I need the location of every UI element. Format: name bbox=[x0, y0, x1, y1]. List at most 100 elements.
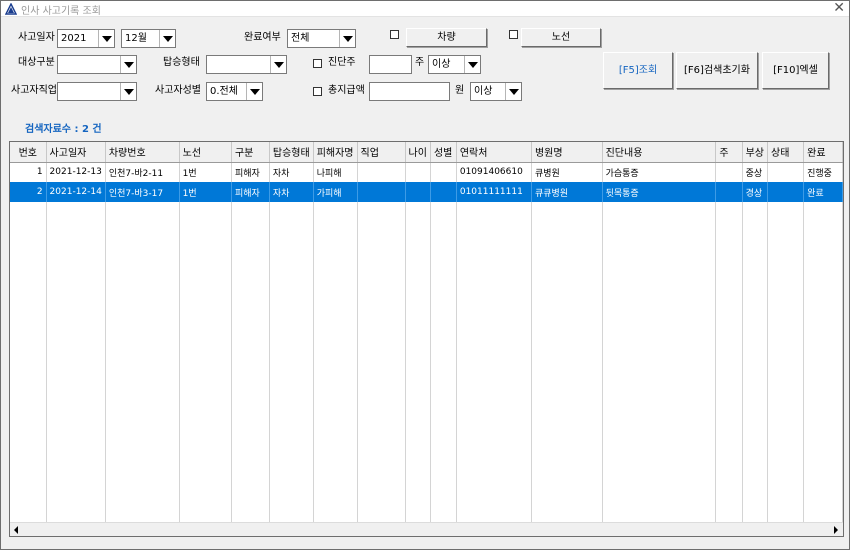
empty-cell bbox=[742, 242, 769, 262]
column-header[interactable]: 완료 bbox=[803, 142, 843, 163]
completion-select[interactable]: 전체 bbox=[287, 29, 356, 48]
diagnosis-checkbox[interactable] bbox=[313, 59, 322, 68]
empty-cell bbox=[531, 422, 603, 442]
route-button[interactable]: 노선 bbox=[521, 28, 601, 47]
column-header[interactable]: 병원명 bbox=[531, 142, 603, 163]
diagnosis-unit-label: 주 bbox=[415, 57, 425, 68]
empty-cell bbox=[46, 282, 106, 302]
empty-row bbox=[10, 222, 843, 242]
empty-cell bbox=[715, 242, 743, 262]
empty-cell bbox=[269, 362, 314, 382]
empty-cell bbox=[231, 402, 270, 422]
empty-row bbox=[10, 362, 843, 382]
column-header[interactable]: 피해자명 bbox=[313, 142, 358, 163]
target-select[interactable] bbox=[57, 55, 137, 74]
empty-cell bbox=[767, 302, 805, 322]
diagnosis-compare-select[interactable]: 이상 bbox=[428, 55, 481, 74]
column-header[interactable]: 부상 bbox=[742, 142, 769, 163]
column-header[interactable]: 진단내용 bbox=[602, 142, 717, 163]
table-cell bbox=[430, 162, 457, 182]
gender-select[interactable]: 0.전체 bbox=[206, 82, 263, 101]
empty-cell bbox=[269, 302, 314, 322]
scroll-left-icon[interactable] bbox=[10, 523, 24, 536]
empty-cell bbox=[803, 322, 843, 342]
total-amount-input[interactable] bbox=[369, 82, 450, 101]
empty-cell bbox=[269, 502, 314, 522]
amount-compare-select[interactable]: 이상 bbox=[470, 82, 522, 101]
empty-cell bbox=[405, 362, 431, 382]
table-row[interactable]: 2 2021-12-14 인천7-바3-17 1번 피해자 자차 가피해 0101111111… bbox=[10, 182, 843, 202]
vehicle-button[interactable]: 차량 bbox=[406, 28, 487, 47]
empty-cell bbox=[179, 382, 232, 402]
horizontal-scrollbar[interactable] bbox=[10, 522, 843, 536]
column-header[interactable]: 직업 bbox=[357, 142, 406, 163]
month-select[interactable]: 12월 bbox=[121, 29, 176, 48]
chevron-down-icon[interactable] bbox=[505, 83, 521, 100]
column-header[interactable]: 주 bbox=[715, 142, 743, 163]
empty-cell bbox=[179, 242, 232, 262]
chevron-down-icon[interactable] bbox=[339, 30, 355, 47]
empty-cell bbox=[313, 502, 358, 522]
empty-cell bbox=[313, 222, 358, 242]
year-select[interactable]: 2021 bbox=[57, 29, 115, 48]
chevron-down-icon[interactable] bbox=[270, 56, 286, 73]
empty-cell bbox=[767, 442, 805, 462]
empty-cell bbox=[313, 462, 358, 482]
total-amount-checkbox[interactable] bbox=[313, 87, 322, 96]
table-cell: 자차 bbox=[269, 162, 314, 182]
empty-cell bbox=[10, 242, 47, 262]
table-row[interactable]: 1 2021-12-13 인천7-바2-11 1번 피해자 자차 나피해 0109140661… bbox=[10, 162, 843, 182]
empty-cell bbox=[105, 482, 180, 502]
table-cell: 완료 bbox=[803, 182, 843, 202]
empty-cell bbox=[269, 342, 314, 362]
excel-export-button[interactable]: [F10]엑셀 bbox=[762, 52, 829, 89]
column-header[interactable]: 노선 bbox=[179, 142, 232, 163]
table-cell: 2021-12-14 bbox=[46, 182, 106, 202]
total-amount-label: 총지급액 bbox=[328, 85, 365, 96]
close-icon[interactable]: ✕ bbox=[833, 0, 845, 16]
vehicle-checkbox[interactable] bbox=[390, 30, 399, 39]
empty-cell bbox=[105, 442, 180, 462]
reset-search-button[interactable]: [F6]검색초기화 bbox=[676, 52, 758, 89]
empty-cell bbox=[179, 302, 232, 322]
route-checkbox[interactable] bbox=[509, 30, 518, 39]
empty-cell bbox=[715, 222, 743, 242]
empty-cell bbox=[430, 262, 457, 282]
empty-cell bbox=[105, 202, 180, 222]
accident-records-grid[interactable]: 번호 사고일자 차량번호 노선 구분 탑승형태 피해자명 직업 나이 성별 연락처 병원명 진단내용 주 부… bbox=[9, 141, 844, 537]
column-header[interactable]: 구분 bbox=[231, 142, 270, 163]
empty-cell bbox=[10, 422, 47, 442]
search-button[interactable]: [F5]조회 bbox=[603, 52, 673, 89]
table-cell: 뒷목통증 bbox=[602, 182, 717, 202]
column-header[interactable]: 번호 bbox=[10, 142, 47, 163]
column-header[interactable]: 나이 bbox=[405, 142, 431, 163]
empty-cell bbox=[357, 342, 406, 362]
chevron-down-icon[interactable] bbox=[120, 83, 136, 100]
column-header[interactable]: 연락처 bbox=[456, 142, 532, 163]
chevron-down-icon[interactable] bbox=[246, 83, 262, 100]
chevron-down-icon[interactable] bbox=[464, 56, 480, 73]
accident-date-label: 사고일자 bbox=[18, 32, 55, 43]
chevron-down-icon[interactable] bbox=[98, 30, 114, 47]
column-header[interactable]: 탑승형태 bbox=[269, 142, 314, 163]
chevron-down-icon[interactable] bbox=[159, 30, 175, 47]
empty-cell bbox=[179, 402, 232, 422]
empty-cell bbox=[405, 282, 431, 302]
empty-cell bbox=[313, 482, 358, 502]
empty-cell bbox=[10, 322, 47, 342]
empty-cell bbox=[46, 422, 106, 442]
column-header[interactable]: 성별 bbox=[430, 142, 457, 163]
table-header: 번호 사고일자 차량번호 노선 구분 탑승형태 피해자명 직업 나이 성별 연락처 병원명 진단내용 주 부… bbox=[10, 142, 843, 163]
job-select[interactable] bbox=[57, 82, 137, 101]
column-header[interactable]: 상태 bbox=[767, 142, 805, 163]
diagnosis-weeks-input[interactable] bbox=[369, 55, 412, 74]
empty-cell bbox=[430, 402, 457, 422]
empty-cell bbox=[767, 222, 805, 242]
empty-cell bbox=[179, 262, 232, 282]
chevron-down-icon[interactable] bbox=[120, 56, 136, 73]
column-header[interactable]: 사고일자 bbox=[46, 142, 106, 163]
scroll-right-icon[interactable] bbox=[829, 523, 843, 536]
column-header[interactable]: 차량번호 bbox=[105, 142, 180, 163]
empty-cell bbox=[602, 222, 717, 242]
boarding-select[interactable] bbox=[206, 55, 287, 74]
